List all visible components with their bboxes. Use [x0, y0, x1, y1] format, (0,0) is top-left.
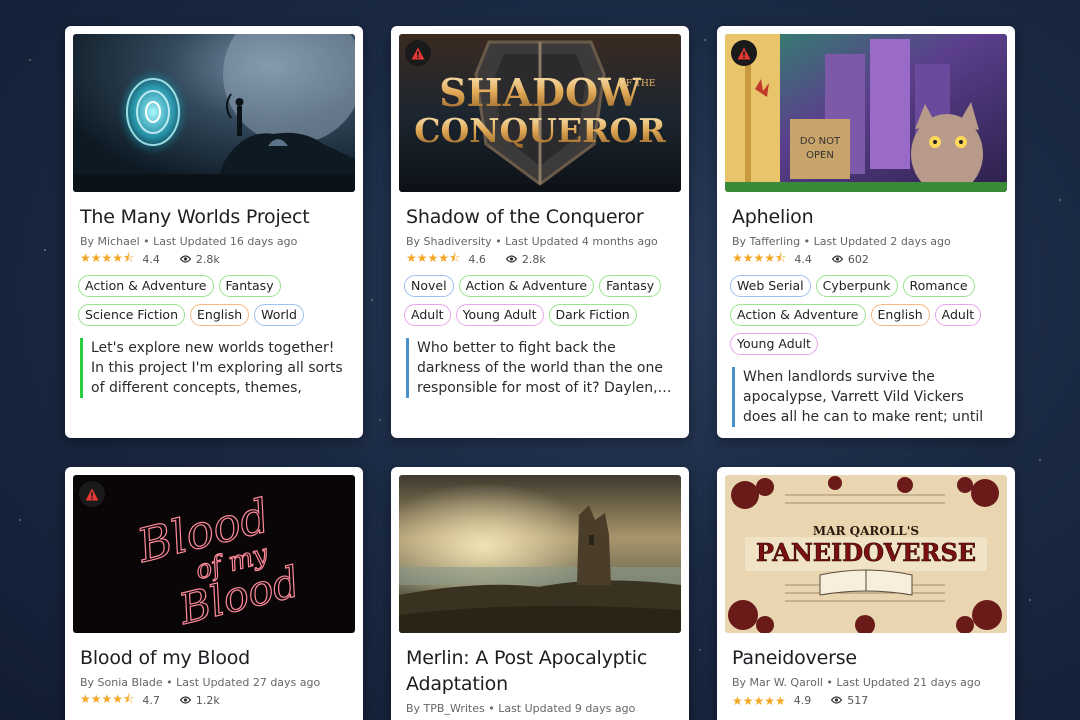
story-title[interactable]: Shadow of the Conqueror: [406, 204, 674, 230]
story-stats: ★★★★⯪ 4.4 602: [732, 251, 1000, 267]
cover-box-text-1: DO NOT: [800, 136, 841, 147]
eye-icon: [505, 253, 518, 266]
story-meta: By Shadiversity • Last Updated 4 months …: [406, 235, 658, 248]
story-meta: By Mar W. Qaroll • Last Updated 21 days …: [732, 676, 981, 689]
tag[interactable]: World: [254, 304, 304, 326]
story-title[interactable]: Aphelion: [732, 204, 1000, 230]
tag[interactable]: Adult: [934, 304, 982, 326]
story-title[interactable]: Merlin: A Post Apocalyptic Adaptation: [406, 645, 674, 697]
rating-value: 4.9: [793, 694, 812, 707]
story-title[interactable]: Blood of my Blood: [80, 645, 348, 671]
tag[interactable]: Action & Adventure: [78, 275, 214, 297]
cover-title-line-3: CONQUEROR: [414, 111, 666, 150]
tag[interactable]: Fantasy: [218, 275, 281, 297]
story-title[interactable]: The Many Worlds Project: [80, 204, 348, 230]
story-meta: By Michael • Last Updated 16 days ago: [80, 235, 298, 248]
rating-stars-icon: ★★★★⯪: [80, 692, 135, 706]
tag[interactable]: Dark Fiction: [548, 304, 637, 326]
story-cover[interactable]: SHADOW OF THE CONQUEROR: [399, 34, 681, 192]
tag[interactable]: Fantasy: [599, 275, 662, 297]
tag-list: Web Serial Cyberpunk Romance Action & Ad…: [730, 275, 1002, 355]
cover-title-text: PANEIDOVERSE: [756, 538, 976, 567]
view-count: 2.8k: [521, 253, 546, 266]
story-meta: By TPB_Writes • Last Updated 9 days ago: [406, 702, 636, 715]
story-stats: ★★★★⯪ 4.6 2.8k: [406, 251, 674, 267]
rating-stars-icon: ★★★★⯪: [406, 251, 461, 265]
rating-value: 4.4: [794, 253, 812, 266]
tag[interactable]: Adult: [404, 304, 451, 326]
tag[interactable]: Young Adult: [730, 333, 818, 355]
story-card[interactable]: The Many Worlds Project By Michael • Las…: [65, 26, 363, 438]
eye-icon: [831, 694, 843, 707]
story-stats: ★★★★⯪ 4.7 1.2k: [80, 692, 348, 708]
story-description: When landlords survive the apocalypse, V…: [732, 367, 1000, 427]
tag[interactable]: Cyberpunk: [815, 275, 898, 297]
rating-stars-icon: ★★★★⯪: [732, 251, 787, 265]
story-meta: By Sonia Blade • Last Updated 27 days ag…: [80, 676, 321, 689]
story-description: Who better to fight back the darkness of…: [406, 338, 674, 398]
cover-box-text-2: OPEN: [806, 150, 834, 161]
view-count: 602: [847, 253, 869, 266]
story-meta: By Tafferling • Last Updated 2 days ago: [732, 235, 951, 248]
view-count: 517: [847, 694, 869, 707]
rating-value: 4.6: [468, 253, 486, 266]
tag[interactable]: English: [870, 304, 930, 326]
content-warning-icon: [731, 40, 757, 66]
tag[interactable]: Romance: [902, 275, 975, 297]
tag[interactable]: Novel: [404, 275, 454, 297]
story-card[interactable]: MAR QAROLL'S PANEIDOVERSE Paneidoverse B…: [717, 467, 1015, 720]
rating-value: 4.7: [142, 694, 160, 707]
tag-list: Novel Action & Adventure Fantasy Adult Y…: [404, 275, 676, 326]
content-warning-icon: [79, 481, 105, 507]
story-grid: The Many Worlds Project By Michael • Las…: [0, 0, 1080, 720]
eye-icon: [179, 694, 192, 707]
eye-icon: [831, 253, 844, 266]
tag[interactable]: Action & Adventure: [458, 275, 595, 297]
story-description: Let's explore new worlds together! In th…: [80, 338, 348, 398]
rating-stars-icon: ★★★★⯪: [80, 251, 135, 265]
rating-value: 4.4: [142, 253, 160, 266]
tag[interactable]: English: [190, 304, 250, 326]
story-cover[interactable]: MAR QAROLL'S PANEIDOVERSE: [725, 475, 1007, 633]
content-warning-icon: [405, 40, 431, 66]
cover-title-line-2: OF THE: [619, 79, 656, 89]
tag[interactable]: Web Serial: [730, 275, 811, 297]
cover-title-line-1: SHADOW: [439, 70, 642, 115]
story-stats: ★★★★★ 4.9 517: [732, 693, 1000, 708]
view-count: 1.2k: [195, 694, 220, 707]
story-cover[interactable]: [399, 475, 681, 633]
tag[interactable]: Young Adult: [455, 304, 544, 326]
story-card[interactable]: Merlin: A Post Apocalyptic Adaptation By…: [391, 467, 689, 720]
tag-list: Action & Adventure Fantasy Science Ficti…: [78, 275, 350, 326]
rating-stars-icon: ★★★★★: [732, 693, 786, 708]
eye-icon: [179, 253, 192, 266]
tag[interactable]: Action & Adventure: [730, 304, 866, 326]
story-title[interactable]: Paneidoverse: [732, 645, 1000, 671]
view-count: 2.8k: [195, 253, 220, 266]
story-card[interactable]: DO NOT OPEN Aphelion By Tafferling • Las…: [717, 26, 1015, 438]
story-card[interactable]: SHADOW OF THE CONQUEROR Shadow of the Co…: [391, 26, 689, 438]
story-cover[interactable]: [73, 34, 355, 192]
story-cover[interactable]: Blood of my Blood: [73, 475, 355, 633]
cover-author-text: MAR QAROLL'S: [813, 524, 919, 538]
tag[interactable]: Science Fiction: [78, 304, 185, 326]
story-stats: ★★★★⯪ 4.4 2.8k: [80, 251, 348, 267]
story-card[interactable]: Blood of my Blood Blood of my Blood By S…: [65, 467, 363, 720]
story-cover[interactable]: DO NOT OPEN: [725, 34, 1007, 192]
